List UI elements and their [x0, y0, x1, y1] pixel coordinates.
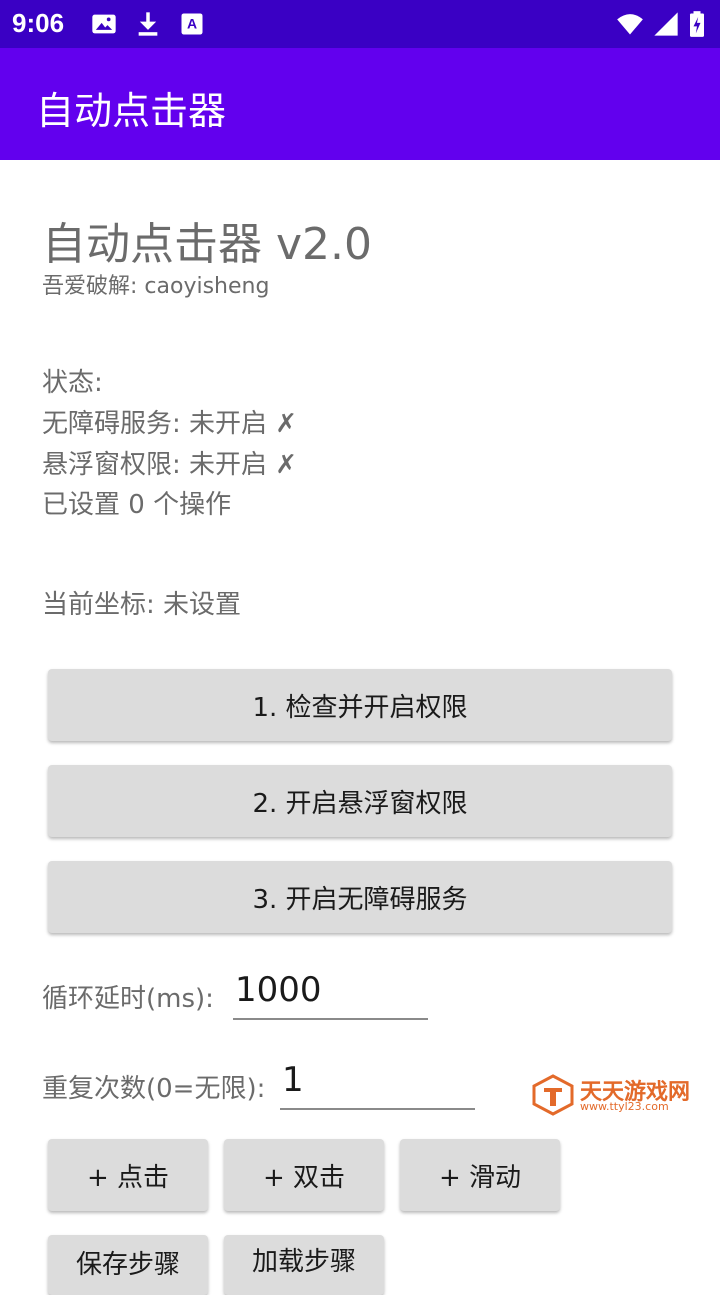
repeat-count-input[interactable]: 1 — [280, 1060, 475, 1110]
app-title: 自动点击器 — [36, 89, 227, 133]
loop-delay-input[interactable]: 1000 — [233, 970, 428, 1020]
watermark-logo-icon — [532, 1074, 574, 1116]
current-coordinate: 当前坐标: 未设置 — [42, 590, 242, 620]
add-swipe-button[interactable]: + 滑动 — [400, 1139, 560, 1211]
load-steps-button[interactable]: 加载步骤 — [224, 1235, 384, 1295]
add-click-button[interactable]: + 点击 — [48, 1139, 208, 1211]
page-title: 自动点击器 v2.0 — [42, 219, 372, 270]
check-permissions-button[interactable]: 1. 检查并开启权限 — [48, 669, 672, 741]
repeat-count-label: 重复次数(0=无限): — [42, 1074, 266, 1104]
page-subtitle: 吾爱破解: caoyisheng — [42, 274, 270, 299]
watermark-url: www.ttyl23.com — [580, 1100, 669, 1113]
font-icon: A — [181, 13, 203, 35]
status-time: 9:06 — [12, 8, 65, 38]
save-steps-button[interactable]: 保存步骤 — [48, 1235, 208, 1295]
signal-icon — [654, 12, 678, 36]
add-double-click-button[interactable]: + 双击 — [224, 1139, 384, 1211]
svg-text:A: A — [187, 16, 197, 32]
download-icon — [138, 12, 158, 36]
operations-count: 已设置 0 个操作 — [42, 490, 232, 520]
battery-icon — [690, 11, 704, 37]
accessibility-status: 无障碍服务: 未开启 ✗ — [42, 409, 298, 439]
overlay-permission-button[interactable]: 2. 开启悬浮窗权限 — [48, 765, 672, 837]
watermark: 天天游戏网 www.ttyl23.com — [532, 1072, 712, 1120]
status-header: 状态: — [42, 368, 103, 398]
wifi-icon — [617, 14, 643, 35]
loop-delay-label: 循环延时(ms): — [42, 984, 214, 1014]
image-icon — [92, 14, 116, 34]
overlay-status: 悬浮窗权限: 未开启 ✗ — [42, 450, 298, 480]
accessibility-service-button[interactable]: 3. 开启无障碍服务 — [48, 861, 672, 933]
app-bar: 自动点击器 — [0, 48, 720, 160]
status-bar: 9:06 A — [0, 0, 720, 48]
